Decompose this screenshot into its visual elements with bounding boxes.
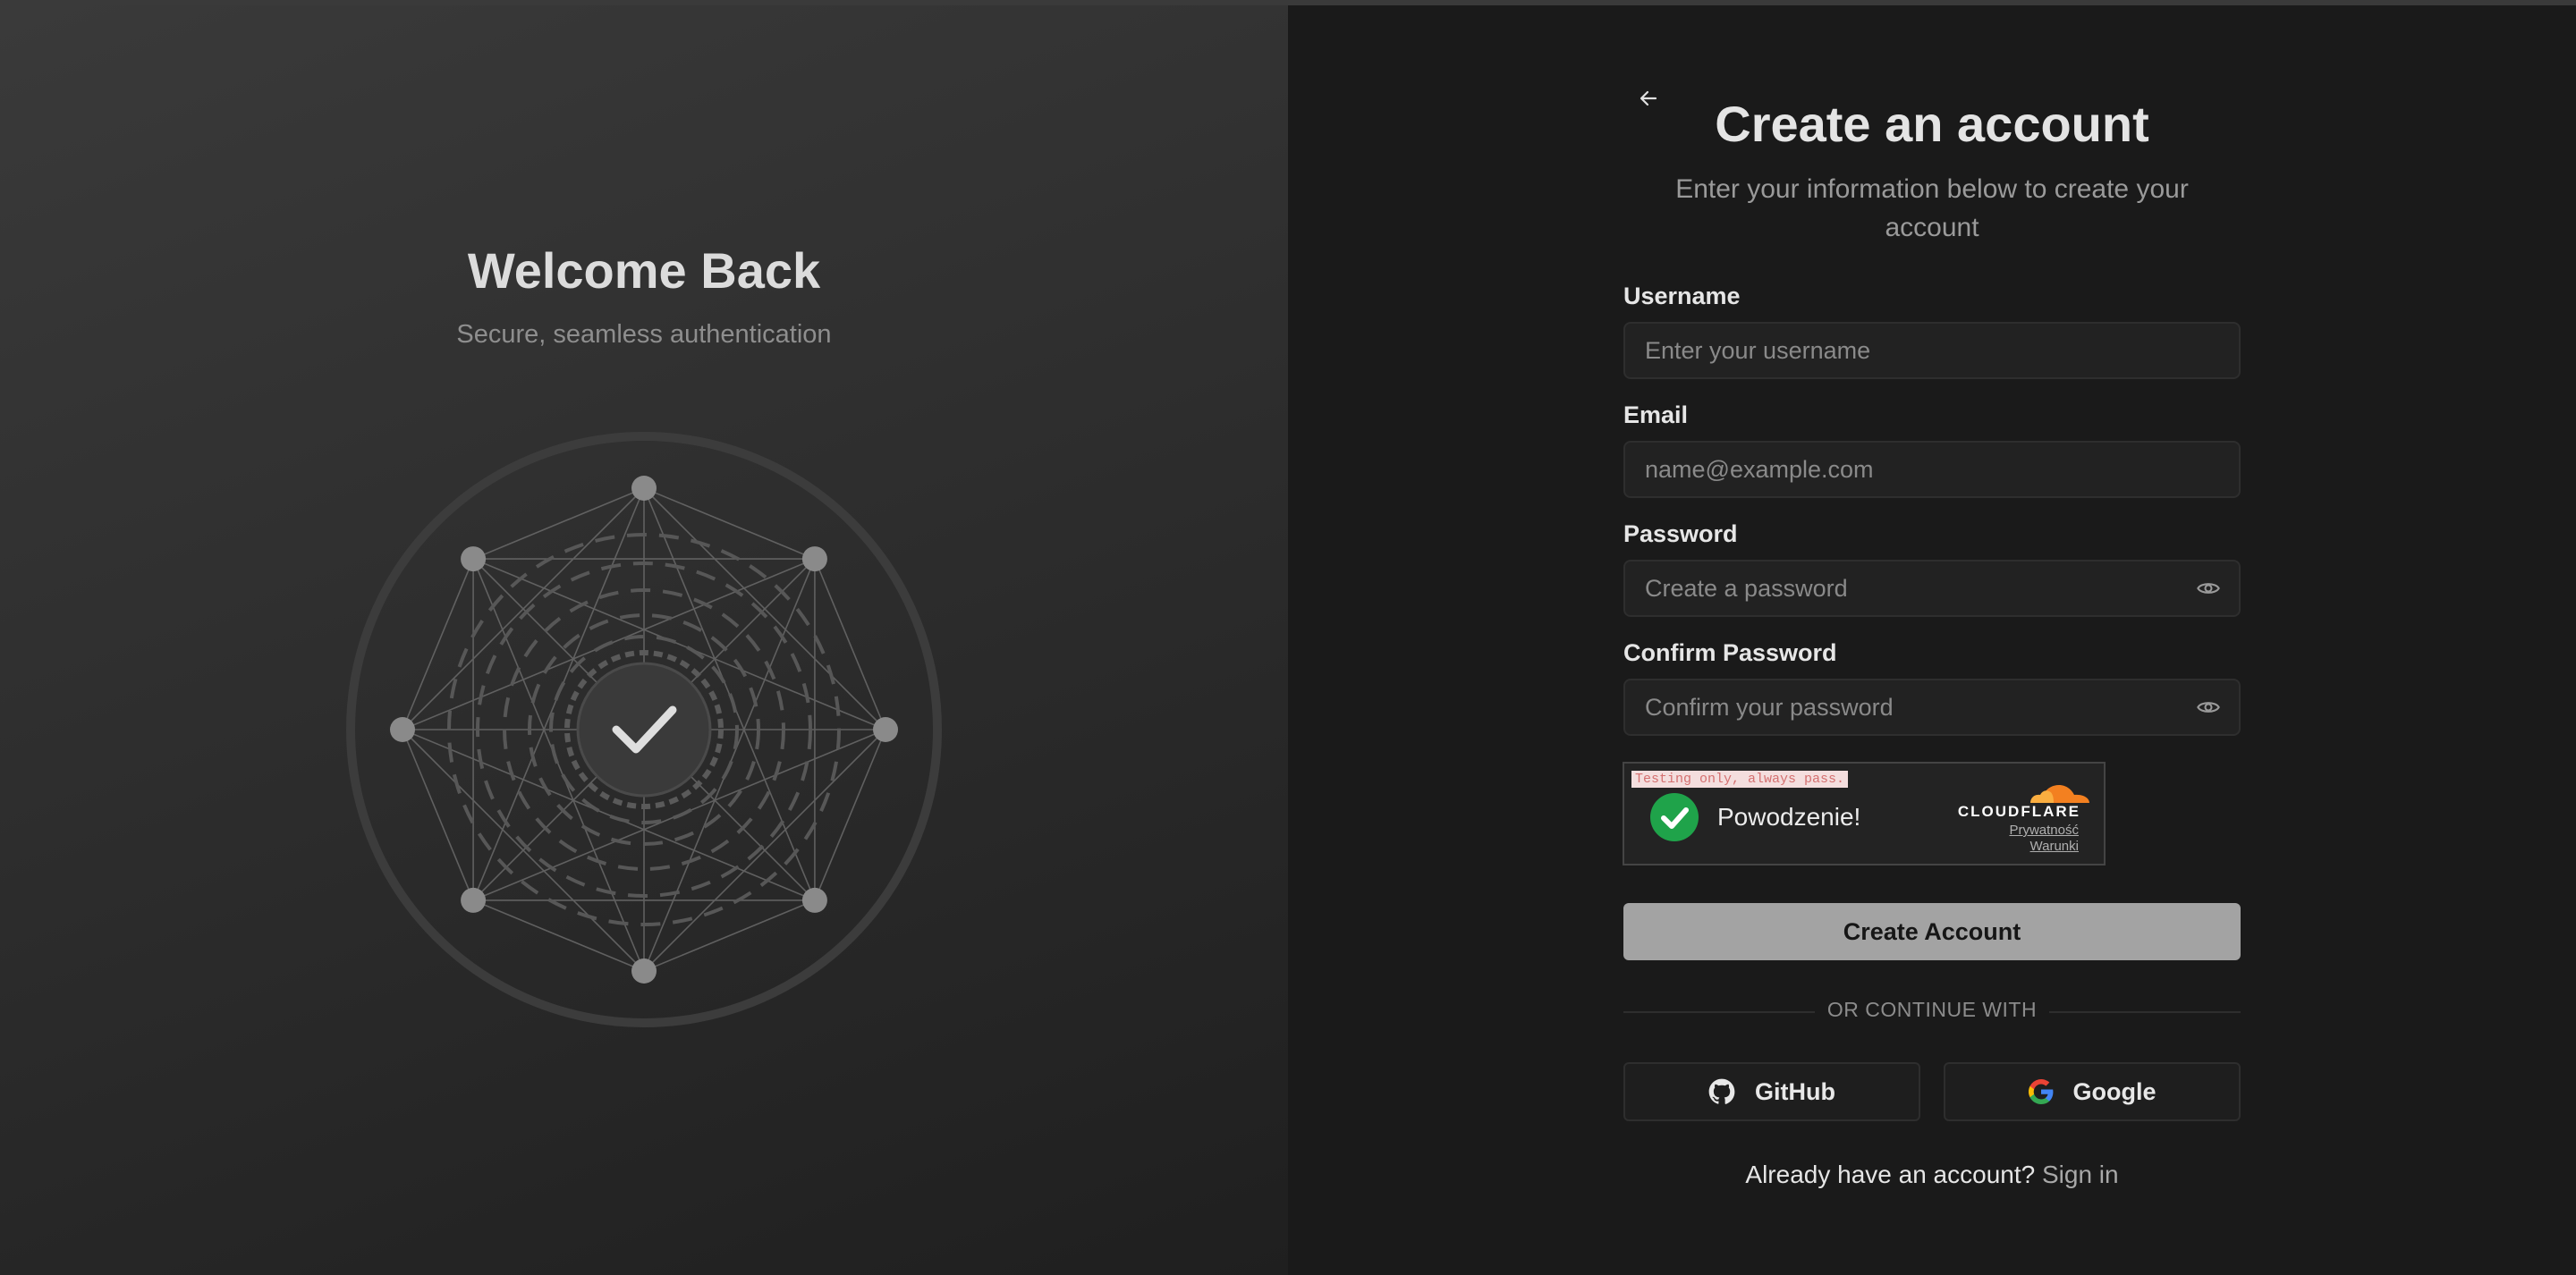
welcome-panel: Welcome Back Secure, seamless authentica… [0,5,1288,1275]
network-node [801,887,827,913]
signin-prompt-text: Already have an account? [1745,1161,2036,1188]
captcha-privacy-link[interactable]: Prywatność [2009,823,2079,838]
welcome-subtitle: Secure, seamless authentication [456,320,832,349]
turnstile-captcha[interactable]: Testing only, always pass. Powodzenie! C… [1623,762,2106,865]
eye-icon [2197,583,2220,594]
network-node [390,717,415,742]
captcha-test-notice: Testing only, always pass. [1631,771,1849,788]
username-input[interactable] [1623,322,2241,379]
signin-prompt: Already have an account? Sign in [1623,1161,2241,1189]
security-network-illustration [346,432,942,1027]
network-node [801,546,827,572]
network-node [631,958,657,984]
email-input[interactable] [1623,441,2241,498]
github-icon [1708,1078,1735,1104]
captcha-status: Powodzenie! [1717,803,1861,831]
google-label: Google [2072,1077,2157,1105]
success-check-icon [1650,793,1699,841]
github-label: GitHub [1755,1077,1835,1105]
signin-link[interactable]: Sign in [2042,1161,2119,1188]
network-node [631,476,657,501]
confirm-password-label: Confirm Password [1623,639,1837,666]
create-account-button[interactable]: Create Account [1623,903,2241,960]
username-label: Username [1623,283,1741,309]
network-node [873,717,898,742]
welcome-title: Welcome Back [467,242,821,299]
cloudflare-wordmark: CLOUDFLARE [1957,803,2080,820]
confirm-password-input[interactable] [1623,679,2241,736]
eye-icon [2197,702,2220,713]
google-button[interactable]: Google [1944,1062,2241,1121]
toggle-password-visibility[interactable] [2193,573,2224,604]
network-node [461,887,487,913]
captcha-terms-link[interactable]: Warunki [2030,839,2079,854]
google-icon [2028,1079,2053,1104]
github-button[interactable]: GitHub [1623,1062,1920,1121]
network-node [461,546,487,572]
email-label: Email [1623,401,1689,428]
password-input[interactable] [1623,560,2241,617]
page-title: Create an account [1715,96,2149,152]
divider-label: OR CONTINUE WITH [1623,998,2241,1022]
password-label: Password [1623,520,1738,547]
toggle-confirm-visibility[interactable] [2193,692,2224,722]
page-subtitle: Enter your information below to create y… [1675,174,2189,242]
divider-text: OR CONTINUE WITH [1814,998,2050,1021]
